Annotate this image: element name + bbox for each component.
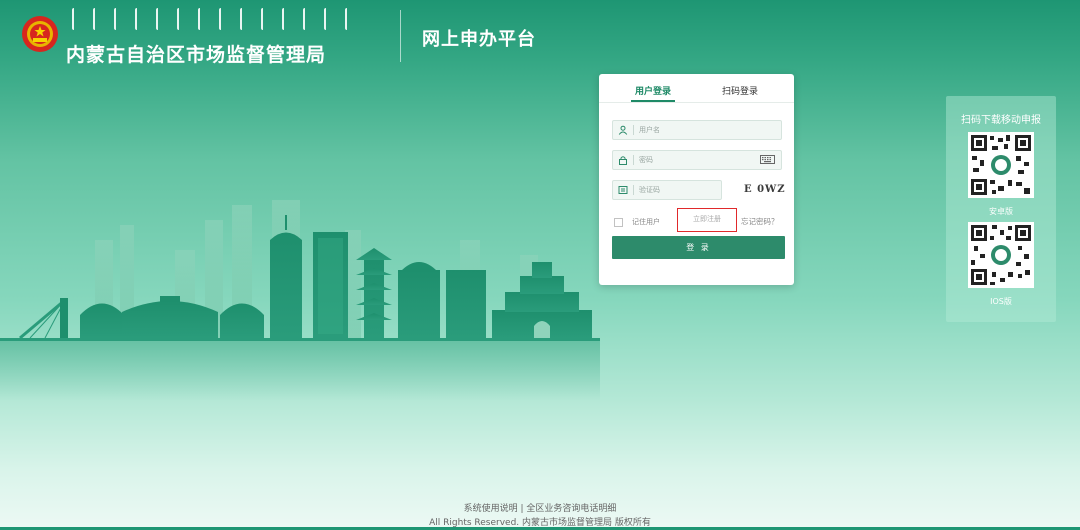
bureau-name: 内蒙古自治区市场监督管理局 [66,44,327,66]
qr-download-panel: 扫码下载移动申报 安卓版 IOS版 [946,96,1056,322]
footer-links[interactable]: 系统使用说明 | 全区业务咨询电话明细 [0,502,1080,516]
footer: 系统使用说明 | 全区业务咨询电话明细 All Rights Reserved.… [0,502,1080,530]
ios-label: IOS版 [990,297,1012,306]
header: 内蒙古自治区市场监督管理局 网上申办平台 [0,0,1080,72]
header-divider [400,10,401,62]
remember-label: 记住用户 [632,218,660,226]
captcha-field [612,180,722,200]
android-label: 安卓版 [989,207,1013,216]
platform-title: 网上申办平台 [422,29,536,50]
active-tab-indicator [631,100,675,102]
qr-panel-title: 扫码下载移动申报 [961,115,1041,126]
tab-user-login[interactable]: 用户登录 [635,84,671,97]
login-tabs: 用户登录 扫码登录 [599,74,794,103]
captcha-image[interactable]: E 0WZ [744,184,786,195]
remember-user[interactable]: 记住用户 [614,217,660,227]
ios-qr-code [968,222,1034,288]
remember-checkbox[interactable] [614,217,623,227]
username-input[interactable] [639,121,749,139]
tab-qr-login[interactable]: 扫码登录 [722,84,758,97]
forgot-password-link[interactable]: 忘记密码？ [741,216,779,227]
user-icon [618,125,628,135]
login-panel: 用户登录 扫码登录 用户名 验证码 E 0WZ 记住用户 立即注册 忘记密码？ … [599,74,794,285]
footer-copyright: All Rights Reserved. 内蒙古市场监督管理局 版权所有 [429,518,651,528]
register-link[interactable]: 立即注册 [677,208,737,232]
mongolian-script-title [72,8,353,30]
captcha-input[interactable] [639,181,709,199]
lock-icon [619,156,627,165]
captcha-icon [618,186,628,194]
city-skyline-illustration [0,200,600,401]
keyboard-icon[interactable] [760,155,775,164]
login-button[interactable]: 登 录 [612,236,785,259]
national-emblem-icon [22,16,58,52]
password-input[interactable] [639,151,749,169]
android-qr-code [968,132,1034,198]
username-field [612,120,782,140]
password-field [612,150,782,170]
